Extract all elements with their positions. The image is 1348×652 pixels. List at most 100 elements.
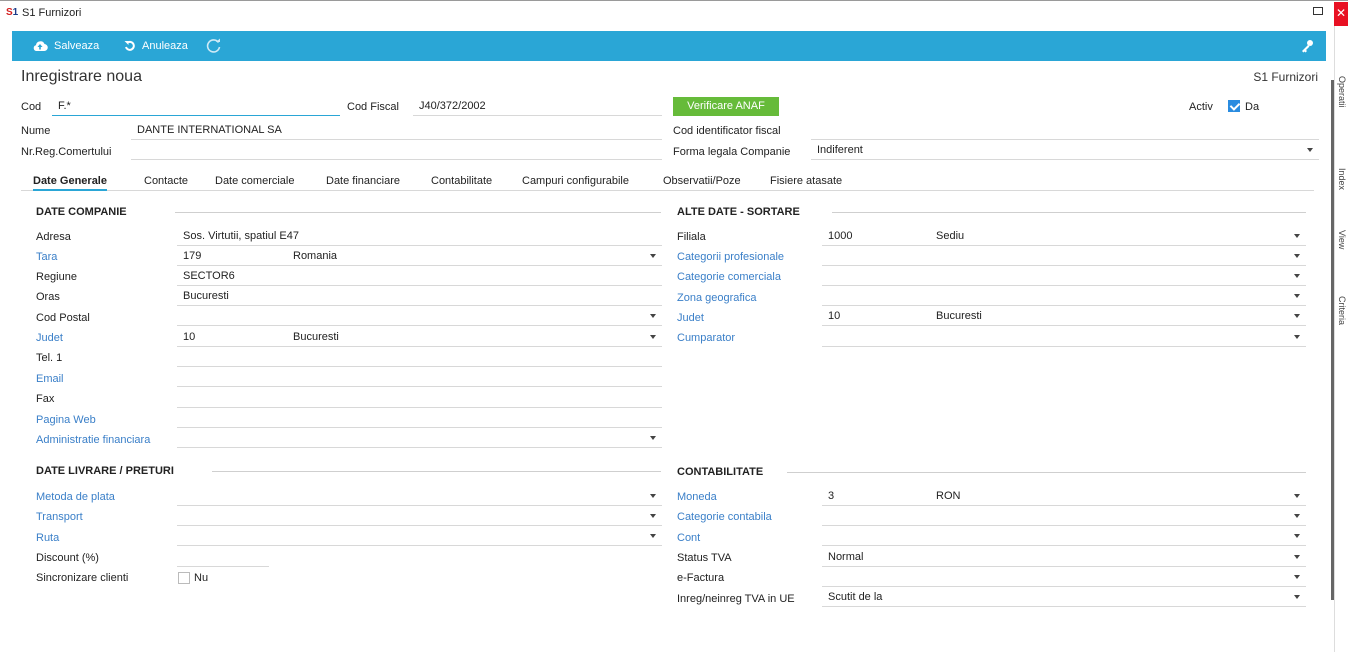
chevron-down-icon — [1294, 555, 1300, 559]
side-tab-operatii[interactable]: Operatii — [1337, 76, 1347, 108]
side-tab-view[interactable]: View — [1337, 230, 1347, 249]
forma-value: Indiferent — [817, 144, 863, 156]
module-name: S1 Furnizori — [1253, 70, 1318, 84]
judet-select[interactable]: 10 Bucuresti — [177, 329, 662, 347]
nume-field[interactable]: DANTE INTERNATIONAL SA — [131, 122, 662, 140]
cancel-label: Anuleaza — [142, 40, 188, 52]
verificare-anaf-button[interactable]: Verificare ANAF — [673, 97, 779, 116]
tab-contabilitate[interactable]: Contabilitate — [431, 175, 492, 191]
close-button[interactable]: ✕ — [1334, 2, 1348, 26]
settings-key-button[interactable] — [1300, 39, 1314, 56]
judet2-label[interactable]: Judet — [677, 312, 704, 324]
ruta-select[interactable] — [177, 528, 662, 546]
refresh-icon — [206, 38, 221, 53]
zona-label[interactable]: Zona geografica — [677, 292, 757, 304]
sincro-label: Sincronizare clienti — [36, 572, 129, 584]
oras-field[interactable]: Bucuresti — [177, 288, 662, 306]
adminfin-label[interactable]: Administratie financiara — [36, 434, 150, 446]
vertical-scrollbar[interactable] — [1331, 80, 1334, 600]
transport-label[interactable]: Transport — [36, 511, 83, 523]
filiala-name: Sediu — [936, 230, 965, 242]
refresh-button[interactable] — [206, 31, 228, 61]
section-date-companie: DATE COMPANIE — [36, 206, 127, 218]
forma-label: Forma legala Companie — [673, 146, 791, 158]
activ-value: Da — [1245, 101, 1260, 113]
web-field[interactable] — [177, 410, 662, 428]
adresa-field[interactable]: Sos. Virtutii, spatiul E47 — [177, 228, 662, 246]
tab-campuri-configurabile[interactable]: Campuri configurabile — [522, 175, 629, 191]
statustva-value: Normal — [828, 551, 864, 563]
cloud-upload-icon — [33, 41, 48, 52]
tab-date-financiare[interactable]: Date financiare — [326, 175, 400, 191]
save-button[interactable]: Salveaza — [32, 31, 99, 61]
chevron-down-icon — [650, 436, 656, 440]
tab-fisiere-atasate[interactable]: Fisiere atasate — [770, 175, 842, 191]
cont-select[interactable] — [822, 528, 1306, 546]
statustva-select[interactable]: Normal — [822, 549, 1306, 567]
cumparator-label[interactable]: Cumparator — [677, 332, 735, 344]
tab-date-comerciale[interactable]: Date comerciale — [215, 175, 294, 191]
forma-select[interactable]: Indiferent — [811, 142, 1319, 160]
side-tab-criteria[interactable]: Criteria — [1337, 296, 1347, 325]
side-tab-index[interactable]: Index — [1337, 168, 1347, 190]
tara-label[interactable]: Tara — [36, 251, 57, 263]
chevron-down-icon — [1294, 335, 1300, 339]
cancel-button[interactable]: Anuleaza — [124, 31, 188, 61]
activ-checkbox[interactable] — [1228, 100, 1240, 112]
page-title: Inregistrare noua — [21, 68, 142, 85]
tara-select[interactable]: 179 Romania — [177, 248, 662, 266]
metoda-label[interactable]: Metoda de plata — [36, 491, 115, 503]
catprof-label[interactable]: Categorii profesionale — [677, 251, 784, 263]
catcont-label[interactable]: Categorie contabila — [677, 511, 772, 523]
nrreg-field[interactable] — [131, 142, 662, 160]
save-label: Salveaza — [54, 40, 100, 52]
codfiscal-field[interactable]: J40/372/2002 — [413, 98, 662, 116]
moneda-label[interactable]: Moneda — [677, 491, 717, 503]
filiala-select[interactable]: 1000 Sediu — [822, 228, 1306, 246]
chevron-down-icon — [1294, 314, 1300, 318]
transport-select[interactable] — [177, 508, 662, 526]
catcont-select[interactable] — [822, 508, 1306, 526]
tab-date-generale[interactable]: Date Generale — [33, 175, 107, 191]
fax-field[interactable] — [177, 390, 662, 408]
tel-field[interactable] — [177, 349, 662, 367]
codid-label: Cod identificator fiscal — [673, 125, 781, 137]
nume-label: Nume — [21, 125, 51, 137]
judet-label[interactable]: Judet — [36, 332, 63, 344]
zona-select[interactable] — [822, 288, 1306, 306]
tel-label: Tel. 1 — [36, 352, 63, 364]
cumparator-select[interactable] — [822, 329, 1306, 347]
catcom-label[interactable]: Categorie comerciala — [677, 271, 781, 283]
inreg-select[interactable]: Scutit de la — [822, 589, 1306, 607]
moneda-select[interactable]: 3 RON — [822, 488, 1306, 506]
chevron-down-icon — [1294, 254, 1300, 258]
section-livrare: DATE LIVRARE / PRETURI — [36, 465, 174, 477]
cont-label[interactable]: Cont — [677, 532, 700, 544]
judet2-code: 10 — [828, 310, 841, 322]
catcom-select[interactable] — [822, 268, 1306, 286]
sincro-checkbox[interactable] — [178, 572, 190, 584]
ruta-label[interactable]: Ruta — [36, 532, 59, 544]
adminfin-select[interactable] — [177, 430, 662, 448]
email-field[interactable] — [177, 369, 662, 387]
discount-field[interactable] — [177, 549, 269, 567]
maximize-button[interactable] — [1313, 7, 1323, 15]
activ-label: Activ — [1189, 101, 1213, 113]
moneda-code: 3 — [828, 490, 835, 502]
catprof-select[interactable] — [822, 248, 1306, 266]
filiala-code: 1000 — [828, 230, 853, 242]
tab-contacte[interactable]: Contacte — [144, 175, 188, 191]
chevron-down-icon — [1294, 234, 1300, 238]
regiune-field[interactable]: SECTOR6 — [177, 268, 662, 286]
judet2-select[interactable]: 10 Bucuresti — [822, 308, 1306, 326]
section-divider — [787, 472, 1306, 473]
metoda-select[interactable] — [177, 488, 662, 506]
codid-field[interactable] — [811, 122, 1319, 140]
efactura-select[interactable] — [822, 569, 1306, 587]
codpostal-select[interactable] — [177, 308, 662, 326]
cod-field[interactable]: F.* — [52, 98, 340, 116]
undo-icon — [124, 40, 135, 51]
email-label[interactable]: Email — [36, 373, 64, 385]
tab-observatii-poze[interactable]: Observatii/Poze — [663, 175, 741, 191]
web-label[interactable]: Pagina Web — [36, 414, 96, 426]
